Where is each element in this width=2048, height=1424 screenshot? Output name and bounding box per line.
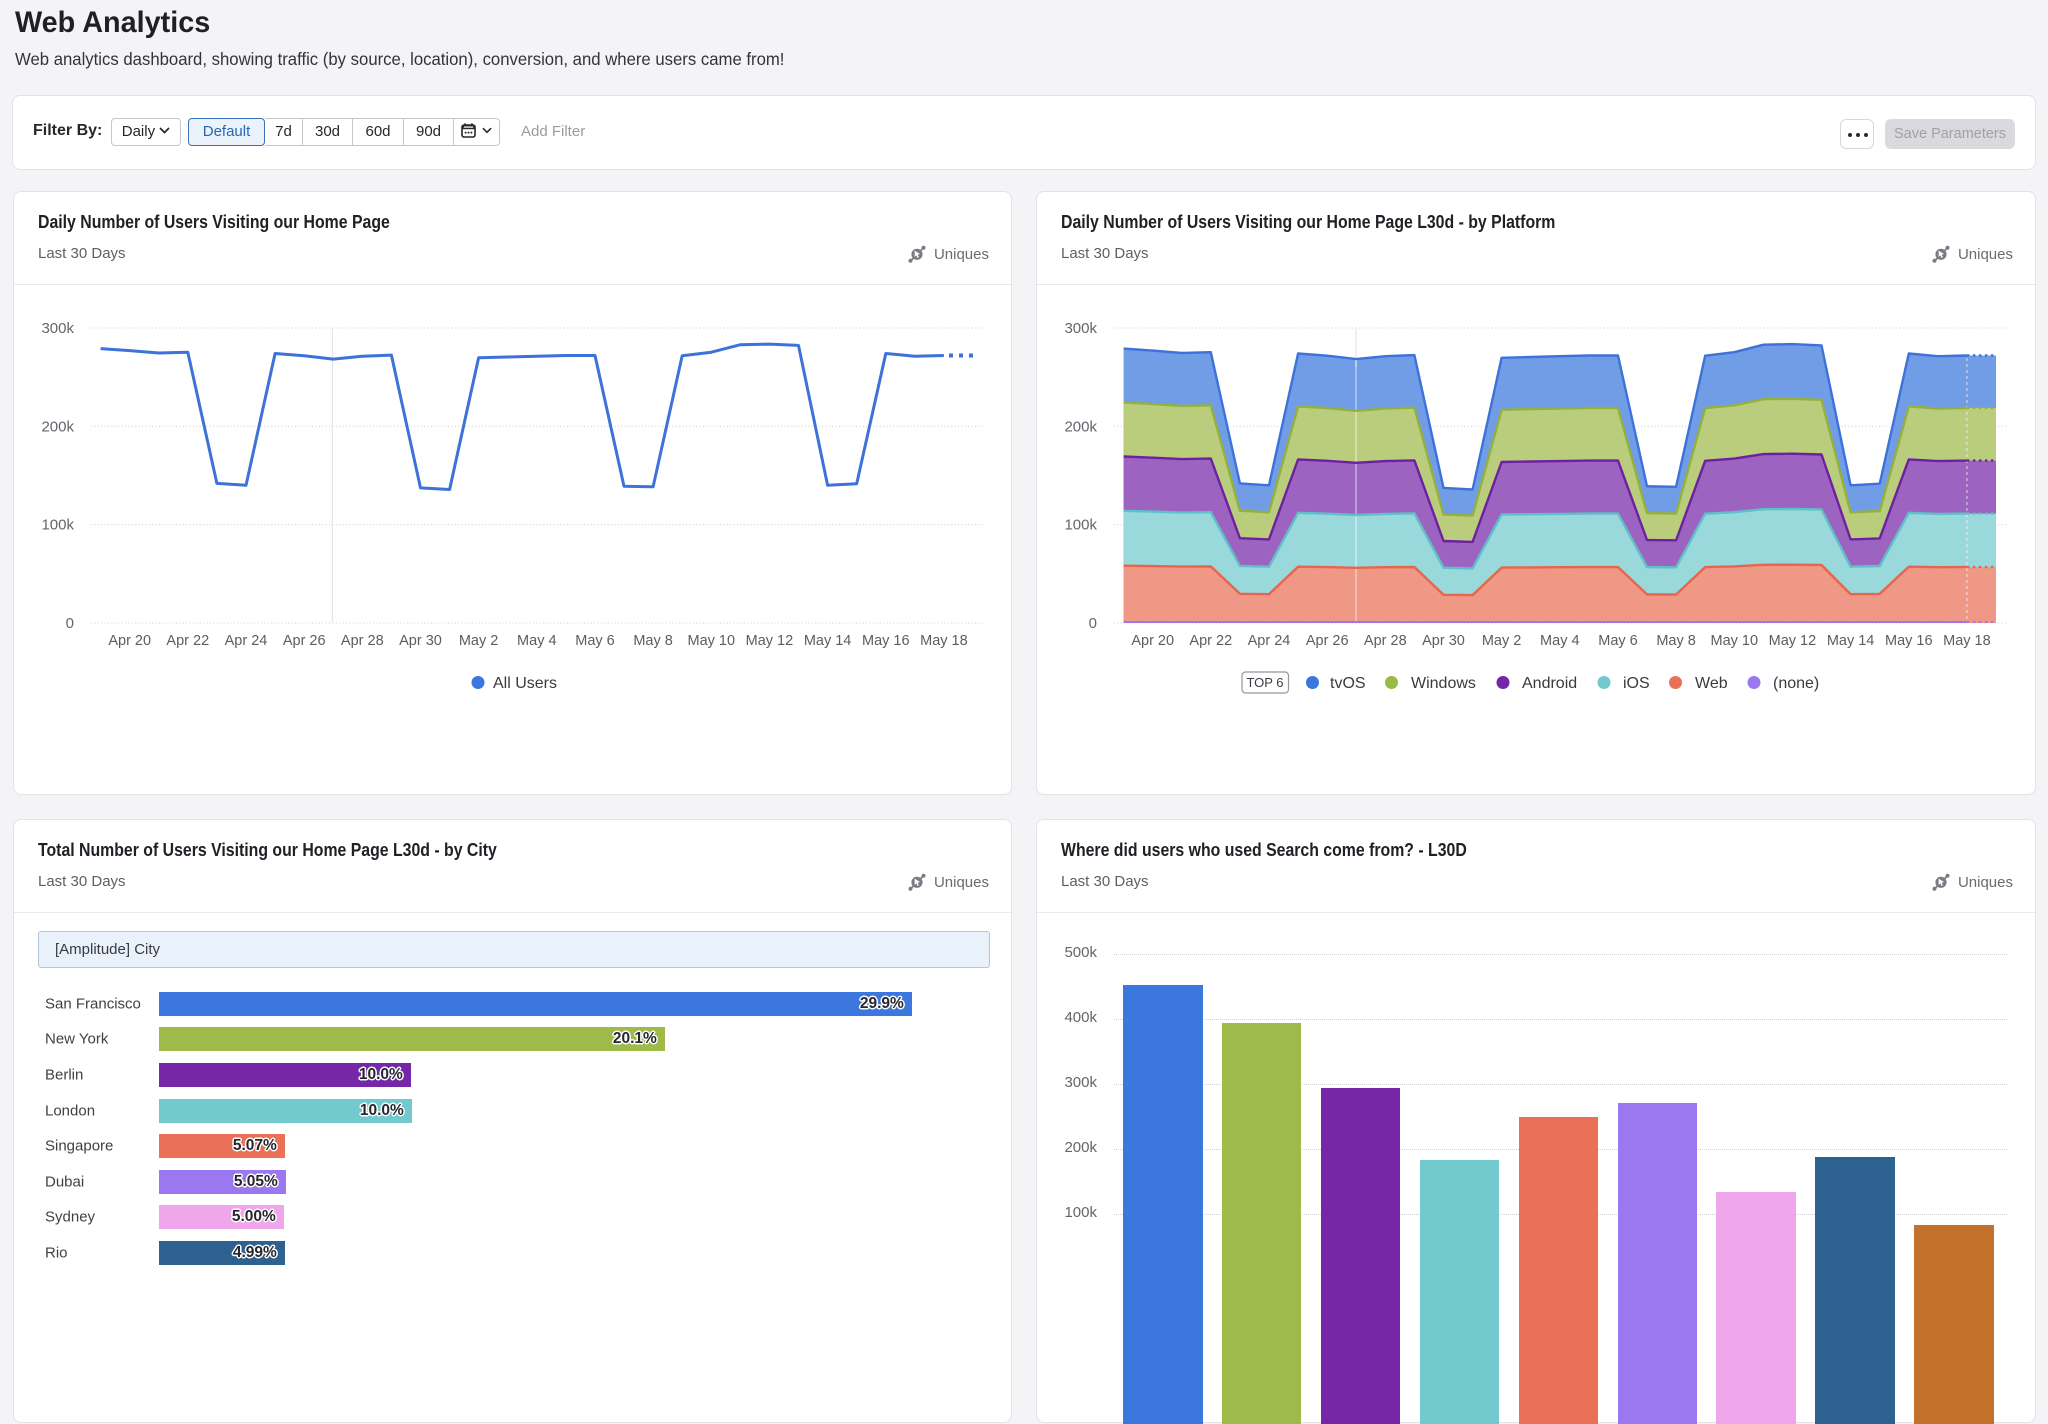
svg-text:(none): (none): [1773, 675, 1819, 692]
svg-text:May 4: May 4: [1540, 633, 1580, 649]
svg-text:May 2: May 2: [459, 633, 499, 649]
svg-text:iOS: iOS: [1623, 675, 1650, 692]
svg-text:Web: Web: [1695, 675, 1728, 692]
svg-text:200k: 200k: [1064, 418, 1097, 435]
svg-text:May 18: May 18: [1943, 633, 1991, 649]
svg-text:TOP 6: TOP 6: [1246, 675, 1283, 690]
svg-text:May 12: May 12: [1769, 633, 1817, 649]
svg-text:Android: Android: [1522, 675, 1577, 692]
svg-text:May 4: May 4: [517, 633, 557, 649]
svg-text:Apr 22: Apr 22: [1189, 633, 1232, 649]
svg-text:100k: 100k: [1064, 517, 1097, 534]
svg-text:Apr 30: Apr 30: [1422, 633, 1465, 649]
svg-text:May 8: May 8: [633, 633, 673, 649]
svg-text:May 6: May 6: [1598, 633, 1638, 649]
svg-text:May 14: May 14: [1827, 633, 1875, 649]
svg-text:Apr 30: Apr 30: [399, 633, 442, 649]
svg-text:May 18: May 18: [920, 633, 968, 649]
svg-text:May 14: May 14: [804, 633, 852, 649]
svg-text:300k: 300k: [41, 320, 74, 337]
svg-text:200k: 200k: [41, 418, 74, 435]
svg-text:May 10: May 10: [1711, 633, 1759, 649]
svg-text:May 10: May 10: [688, 633, 736, 649]
svg-text:May 2: May 2: [1482, 633, 1522, 649]
svg-text:Apr 24: Apr 24: [1248, 633, 1291, 649]
svg-text:300k: 300k: [1064, 320, 1097, 337]
svg-text:Apr 28: Apr 28: [341, 633, 384, 649]
svg-text:0: 0: [1089, 615, 1097, 632]
svg-text:May 6: May 6: [575, 633, 615, 649]
svg-text:100k: 100k: [41, 517, 74, 534]
svg-text:Windows: Windows: [1411, 675, 1476, 692]
svg-text:Apr 28: Apr 28: [1364, 633, 1407, 649]
svg-text:All Users: All Users: [493, 675, 557, 692]
svg-text:tvOS: tvOS: [1330, 675, 1366, 692]
svg-text:May 8: May 8: [1656, 633, 1696, 649]
svg-text:Apr 20: Apr 20: [108, 633, 151, 649]
svg-text:0: 0: [66, 615, 74, 632]
svg-text:Apr 26: Apr 26: [1306, 633, 1349, 649]
svg-text:May 12: May 12: [746, 633, 794, 649]
svg-text:Apr 22: Apr 22: [166, 633, 209, 649]
svg-text:Apr 20: Apr 20: [1131, 633, 1174, 649]
svg-text:Apr 26: Apr 26: [283, 633, 326, 649]
svg-text:May 16: May 16: [1885, 633, 1933, 649]
svg-text:Apr 24: Apr 24: [225, 633, 268, 649]
svg-text:May 16: May 16: [862, 633, 910, 649]
